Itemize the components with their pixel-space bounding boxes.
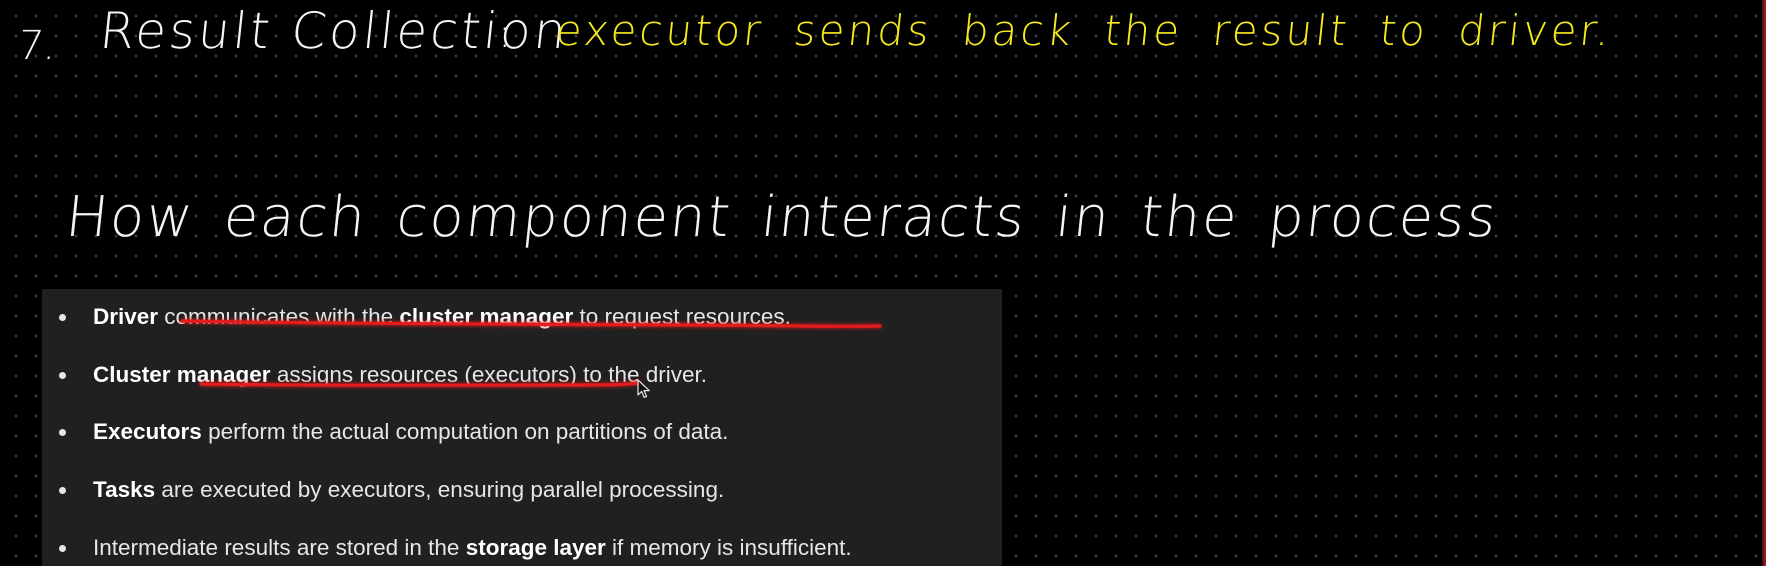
list-item-text: Driver communicates with the cluster man…	[93, 299, 791, 335]
text-segment-bold: Cluster manager	[93, 362, 271, 387]
pasted-text-panel: Driver communicates with the cluster man…	[42, 289, 1002, 566]
list-item-text: Executors perform the actual computation…	[93, 414, 728, 450]
text-segment: perform the actual computation on partit…	[201, 419, 729, 444]
window-edge	[1762, 0, 1766, 566]
text-segment: to request resources.	[573, 304, 791, 329]
bullet-dot	[59, 372, 66, 379]
text-segment-bold: Driver	[93, 304, 159, 329]
list-item-text: Intermediate results are stored in the s…	[93, 530, 852, 566]
text-segment-bold: storage layer	[465, 535, 606, 560]
bullet-dot	[59, 429, 66, 436]
step-number: 7.	[15, 23, 59, 69]
mouse-cursor-icon	[637, 379, 650, 398]
text-segment: if memory is insufficient.	[605, 535, 852, 560]
list-item-text: Tasks are executed by executors, ensurin…	[93, 472, 724, 508]
bullet-dot	[59, 545, 66, 552]
text-segment-bold: cluster manager	[399, 304, 574, 329]
text-segment: Intermediate results are stored in the	[93, 535, 466, 560]
list-item-text: Cluster manager assigns resources (execu…	[93, 357, 707, 393]
text-segment-bold: Executors	[93, 419, 202, 444]
text-segment-bold: Tasks	[93, 477, 156, 502]
bullet-dot	[59, 314, 66, 321]
text-segment: communicates with the	[158, 304, 400, 329]
title-separator: :	[498, 11, 512, 57]
step-description: executor sends back the result to driver…	[553, 6, 1616, 55]
text-segment: are executed by executors, ensuring para…	[155, 477, 725, 502]
whiteboard-canvas[interactable]: 7. Result Collection : executor sends ba…	[0, 0, 1766, 566]
bullet-dot	[59, 487, 66, 494]
section-heading: How each component interacts in the proc…	[62, 185, 1502, 250]
